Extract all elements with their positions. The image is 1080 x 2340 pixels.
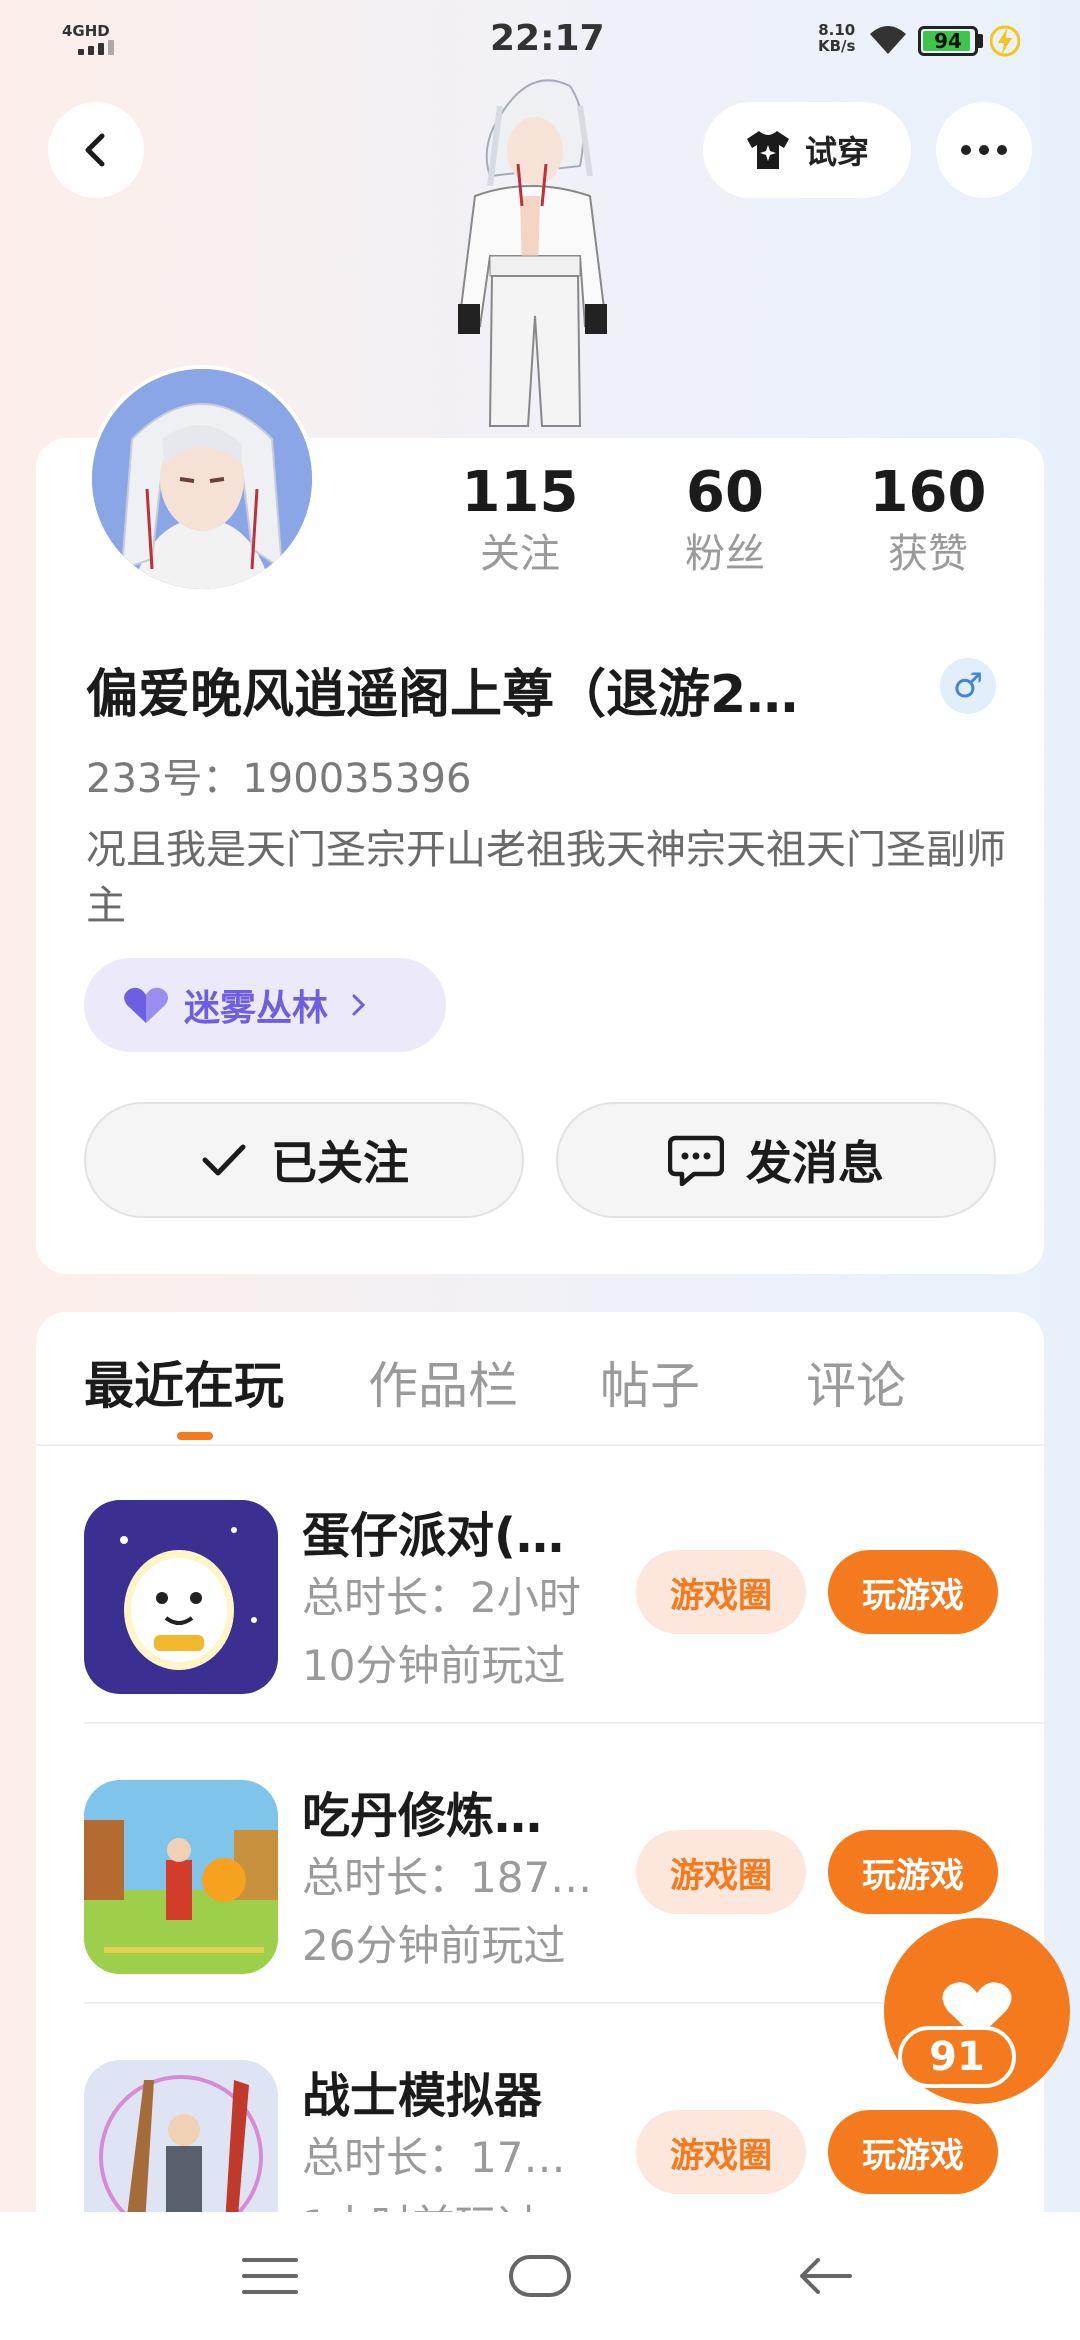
following-label: 已关注 xyxy=(271,1136,409,1190)
avatar-image xyxy=(92,369,312,589)
speed-value: 8.10 xyxy=(818,21,856,39)
stat-following[interactable]: 115 关注 xyxy=(440,460,600,582)
game-title: 蛋仔派对(… xyxy=(302,1508,564,1564)
play-game-button[interactable]: 玩游戏 xyxy=(828,1830,998,1914)
game-last-played: 26分钟前玩过 xyxy=(302,1921,566,1970)
content-card: 最近在玩 作品栏 帖子 评论 蛋仔派对(… 总时长：2小时 10分钟前玩过 游戏… xyxy=(36,1312,1044,2340)
home-icon[interactable] xyxy=(508,2252,572,2300)
network-type: 4GHD xyxy=(62,22,110,40)
back-arrow-icon[interactable] xyxy=(796,2252,854,2300)
gender-symbol: ♂ xyxy=(952,666,984,706)
stat-likes[interactable]: 160 获赞 xyxy=(848,460,1008,582)
more-options-button[interactable] xyxy=(936,102,1032,198)
male-gender-icon: ♂ xyxy=(940,658,996,714)
chat-bubble-icon xyxy=(668,1135,724,1186)
signal-icon: 4GHD xyxy=(62,22,118,58)
game-duration: 总时长：17… xyxy=(302,2133,566,2182)
bio: 况且我是天门圣宗开山老祖我天神宗天祖天门圣副师主 xyxy=(86,827,1006,929)
game-icon-pill-cultivation[interactable] xyxy=(84,1780,278,1974)
send-message-label: 发消息 xyxy=(746,1136,884,1190)
character-avatar-image xyxy=(458,79,607,427)
tab-comments[interactable]: 评论 xyxy=(806,1346,906,1418)
avatar[interactable] xyxy=(88,365,316,593)
stat-value: 160 xyxy=(869,460,987,525)
more-dot-icon xyxy=(961,145,971,155)
chevron-right-icon xyxy=(352,994,366,1016)
game-title: 吃丹修炼… xyxy=(302,1788,543,1844)
like-count: 91 xyxy=(898,2026,1016,2088)
game-icon-eggy-party[interactable] xyxy=(84,1500,278,1694)
nickname: 偏爱晚风逍遥阁上尊（退游2… xyxy=(86,665,799,725)
stat-label: 获赞 xyxy=(888,531,968,577)
network-speed: 8.10 KB/s xyxy=(818,22,855,54)
stat-followers[interactable]: 60 粉丝 xyxy=(645,460,805,582)
game-circle-button[interactable]: 游戏圈 xyxy=(636,1830,806,1914)
chevron-left-icon xyxy=(85,133,105,167)
stat-value: 60 xyxy=(686,460,764,525)
game-last-played: 10分钟前玩过 xyxy=(302,1641,566,1690)
divider xyxy=(84,1722,1044,1724)
system-nav-bar xyxy=(0,2212,1080,2340)
battery-icon: 94 xyxy=(918,26,978,56)
tab-recently-played[interactable]: 最近在玩 xyxy=(84,1346,284,1418)
game-list-item[interactable]: 吃丹修炼… 总时长：187… 26分钟前玩过 游戏圈 玩游戏 xyxy=(36,1726,1044,2004)
game-title: 战士模拟器 xyxy=(302,2068,543,2124)
try-on-label: 试穿 xyxy=(804,133,869,171)
battery-level: 94 xyxy=(934,29,962,53)
stat-label: 粉丝 xyxy=(685,531,765,577)
game-circle-button[interactable]: 游戏圈 xyxy=(636,2110,806,2194)
stat-label: 关注 xyxy=(480,531,560,577)
profile-stats: 115 关注 60 粉丝 160 获赞 xyxy=(440,460,1020,600)
game-circle-button[interactable]: 游戏圈 xyxy=(636,1550,806,1634)
play-game-button[interactable]: 玩游戏 xyxy=(828,2110,998,2194)
stat-value: 115 xyxy=(461,460,579,525)
charging-icon xyxy=(990,25,1020,57)
back-button[interactable] xyxy=(48,102,144,198)
clock: 22:17 xyxy=(490,18,605,59)
heart-icon xyxy=(124,987,168,1023)
menu-icon[interactable] xyxy=(242,2256,298,2296)
following-button[interactable]: 已关注 xyxy=(84,1102,524,1218)
tab-indicator xyxy=(177,1432,213,1440)
send-message-button[interactable]: 发消息 xyxy=(556,1102,996,1218)
group-tag-button[interactable]: 迷雾丛林 xyxy=(84,958,446,1052)
wifi-icon xyxy=(870,26,906,54)
tab-works[interactable]: 作品栏 xyxy=(368,1346,518,1418)
user-id[interactable]: 233号：190035396 xyxy=(86,746,471,804)
shirt-icon xyxy=(746,131,789,169)
group-tag-label: 迷雾丛林 xyxy=(184,988,329,1029)
play-game-button[interactable]: 玩游戏 xyxy=(828,1550,998,1634)
speed-unit: KB/s xyxy=(818,37,856,55)
try-on-button[interactable]: 试穿 xyxy=(703,102,911,198)
checkmark-icon xyxy=(202,1144,246,1176)
game-list-item[interactable]: 蛋仔派对(… 总时长：2小时 10分钟前玩过 游戏圈 玩游戏 xyxy=(36,1446,1044,1724)
game-duration: 总时长：2小时 xyxy=(302,1573,581,1622)
game-duration: 总时长：187… xyxy=(302,1853,593,1902)
tab-posts[interactable]: 帖子 xyxy=(600,1346,700,1418)
